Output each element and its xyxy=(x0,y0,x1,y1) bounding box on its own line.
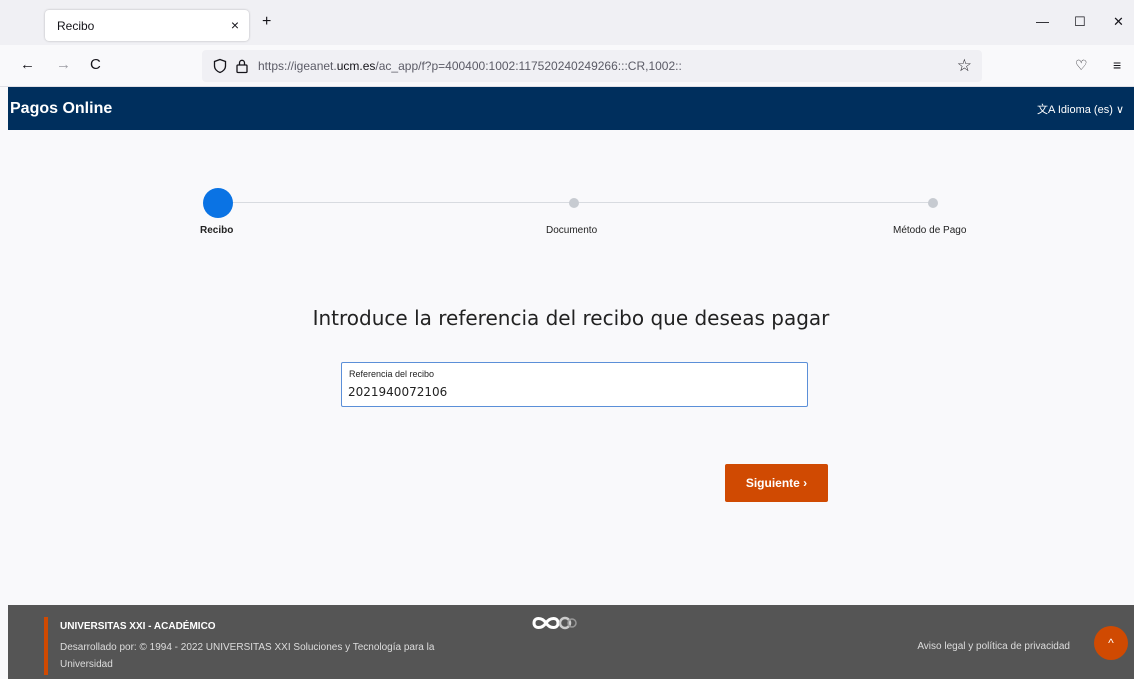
scroll-top-icon[interactable]: ^ xyxy=(1094,626,1128,660)
step-dot-metodo-pago xyxy=(928,198,938,208)
siguiente-button[interactable]: Siguiente › xyxy=(725,464,828,502)
lock-icon[interactable] xyxy=(235,58,249,74)
universitas-logo-icon xyxy=(532,616,577,630)
footer-credit: Desarrollado por: © 1994 - 2022 UNIVERSI… xyxy=(60,642,435,670)
translate-icon: 文A xyxy=(1037,104,1055,116)
tab-close-icon[interactable]: × xyxy=(231,17,239,33)
tab-title: Recibo xyxy=(57,19,95,33)
back-icon[interactable]: ← xyxy=(20,57,35,73)
step-dot-documento xyxy=(569,198,579,208)
minimize-icon[interactable]: — xyxy=(1036,15,1049,29)
tracking-shield-icon[interactable] xyxy=(212,58,228,74)
browser-tab-bar: Recibo × + — ☐ ✕ xyxy=(0,0,1134,45)
reload-icon[interactable]: C xyxy=(90,57,101,73)
footer-accent-bar xyxy=(44,617,48,675)
referencia-label: Referencia del recibo xyxy=(349,369,435,379)
pocket-icon[interactable]: ♡ xyxy=(1075,57,1088,74)
url-text[interactable]: https://igeanet.ucm.es/ac_app/f?p=400400… xyxy=(258,59,682,73)
forward-icon[interactable]: → xyxy=(56,57,71,73)
browser-tab[interactable]: Recibo × xyxy=(45,10,249,41)
window-close-icon[interactable]: ✕ xyxy=(1113,15,1124,29)
app-header: Pagos Online 文A Idioma (es) ∨ xyxy=(8,87,1134,130)
browser-toolbar: ← → C https://igeanet.ucm.es/ac_app/f?p=… xyxy=(0,45,1134,87)
referencia-input[interactable] xyxy=(348,383,798,401)
maximize-icon[interactable]: ☐ xyxy=(1074,15,1086,29)
bookmark-star-icon[interactable]: ☆ xyxy=(957,56,972,76)
chevron-down-icon: ∨ xyxy=(1115,104,1124,116)
step-label-documento: Documento xyxy=(546,225,598,236)
url-bar[interactable]: https://igeanet.ucm.es/ac_app/f?p=400400… xyxy=(202,50,982,82)
menu-icon[interactable]: ≡ xyxy=(1113,57,1121,73)
step-label-metodo-pago: Método de Pago xyxy=(893,225,967,236)
footer-org: UNIVERSITAS XXI - ACADÉMICO xyxy=(60,621,216,632)
main-content: Recibo Documento Método de Pago Introduc… xyxy=(8,130,1134,605)
step-dot-recibo xyxy=(203,188,233,218)
step-label-recibo: Recibo xyxy=(200,225,234,236)
app-title[interactable]: Pagos Online xyxy=(10,100,112,118)
page-heading: Introduce la referencia del recibo que d… xyxy=(312,306,830,330)
language-selector[interactable]: 文A Idioma (es) ∨ xyxy=(1037,101,1124,117)
footer: UNIVERSITAS XXI - ACADÉMICO Desarrollado… xyxy=(8,605,1134,679)
legal-link[interactable]: Aviso legal y política de privacidad xyxy=(917,641,1070,652)
referencia-field[interactable]: Referencia del recibo xyxy=(341,362,808,407)
language-label: Idioma (es) xyxy=(1057,104,1113,116)
new-tab-icon[interactable]: + xyxy=(262,14,271,30)
